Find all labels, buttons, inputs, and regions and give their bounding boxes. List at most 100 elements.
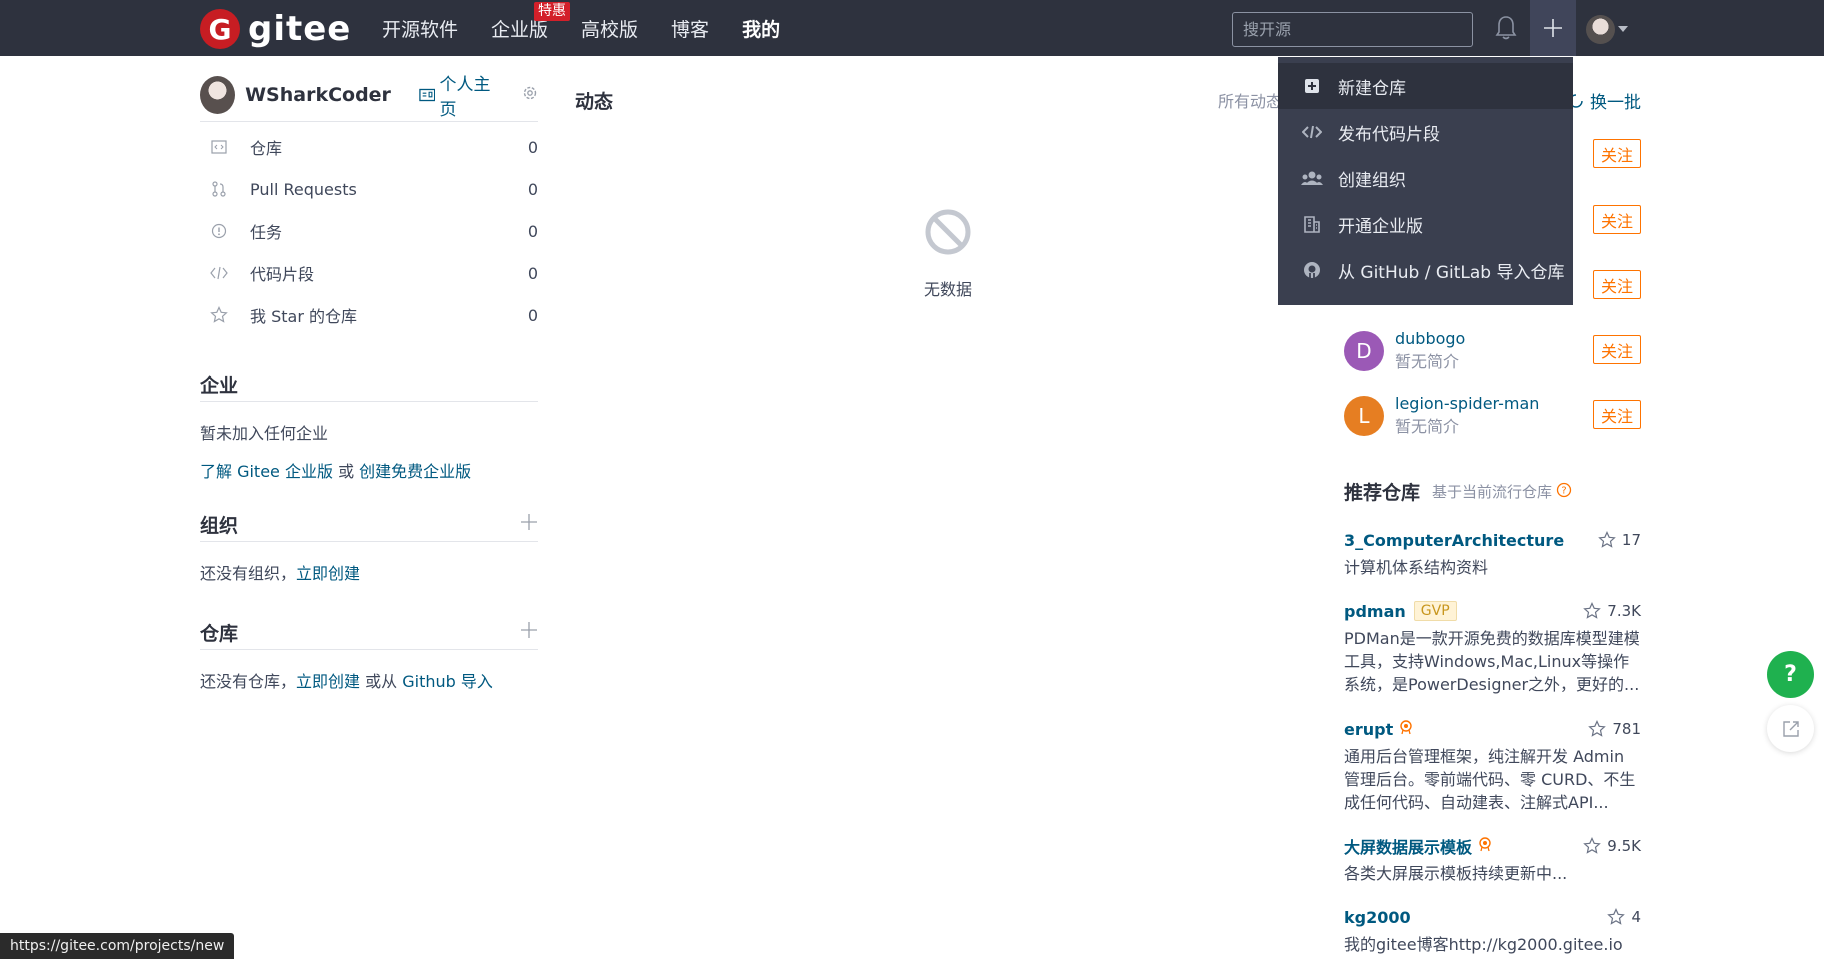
learn-enterprise-link[interactable]: 了解 Gitee 企业版 xyxy=(200,462,333,481)
feed-filter-select[interactable]: 所有动态 xyxy=(1218,88,1282,112)
recommended-repo: 大屏数据展示模板 9.5K 各类大屏展示模板持续更新中... xyxy=(1344,834,1641,885)
repo-head: pdman GVP 7.3K xyxy=(1344,599,1641,623)
personal-home-link[interactable]: 个人主页 xyxy=(419,70,502,120)
repo-name-link[interactable]: 大屏数据展示模板 xyxy=(1344,834,1472,858)
code-icon xyxy=(1301,121,1323,143)
follow-button[interactable]: 关注 xyxy=(1593,335,1641,364)
gear-icon[interactable] xyxy=(522,85,538,105)
help-button[interactable]: ? xyxy=(1767,651,1814,698)
stat-issues[interactable]: 任务 0 xyxy=(200,210,538,252)
repo-star-count: 4 xyxy=(1631,908,1641,926)
stat-label: 代码片段 xyxy=(250,265,315,284)
user-info: legion-spider-man 暂无简介 xyxy=(1395,394,1539,437)
profile-header: WSharkCoder 个人主页 xyxy=(200,74,538,122)
nav-link-enterprise[interactable]: 企业版 特惠 xyxy=(491,1,571,42)
building-icon xyxy=(1301,213,1323,235)
group-icon xyxy=(1301,167,1323,189)
nav-link-mine[interactable]: 我的 xyxy=(742,15,780,42)
repo-description: 计算机体系结构资料 xyxy=(1344,558,1489,577)
recommended-repos-header: 推荐仓库 基于当前流行仓库 ? xyxy=(1344,478,1572,505)
repo-name-link[interactable]: erupt xyxy=(1344,720,1393,739)
repo-star-count: 17 xyxy=(1621,531,1641,549)
repo-name-link[interactable]: 3_ComputerArchitecture xyxy=(1344,531,1564,550)
stat-starred[interactable]: 我 Star 的仓库 0 xyxy=(200,294,538,336)
stat-snippets[interactable]: 代码片段 0 xyxy=(200,252,538,294)
create-repo-link[interactable]: 立即创建 xyxy=(296,672,360,691)
user-avatar[interactable]: D xyxy=(1344,330,1384,371)
profile-avatar[interactable] xyxy=(200,75,236,114)
recommended-user: D dubbogo 暂无简介 xyxy=(1344,329,1465,372)
repo-icon xyxy=(208,139,230,155)
nav-link-blog[interactable]: 博客 xyxy=(671,15,709,42)
repo-star-button[interactable]: 9.5K xyxy=(1583,837,1641,855)
refresh-label: 换一批 xyxy=(1590,93,1641,113)
repo-description: PDMan是一款开源免费的数据库模型建模工具，支持Windows,Mac,Lin… xyxy=(1344,629,1640,694)
notification-bell-icon[interactable] xyxy=(1494,13,1518,43)
top-navbar: G gitee 开源软件 企业版 特惠 高校版 博客 我的 xyxy=(0,0,1824,56)
menu-item-label: 新建仓库 xyxy=(1338,78,1406,99)
personal-home-label: 个人主页 xyxy=(439,74,491,120)
user-avatar-menu[interactable] xyxy=(1586,15,1615,44)
nav-link-open-source[interactable]: 开源软件 xyxy=(382,15,458,42)
enterprise-title: 企业 xyxy=(200,375,239,397)
repo-description: 通用后台管理框架，纯注解开发 Admin 管理后台。零前端代码、零 CURD、不… xyxy=(1344,747,1636,812)
menu-item-enterprise[interactable]: 开通企业版 xyxy=(1278,201,1573,247)
menu-item-import-repo[interactable]: 从 GitHub / GitLab 导入仓库 xyxy=(1278,247,1573,293)
orgs-section: 组织 还没有组织，立即创建 xyxy=(200,508,538,584)
repo-description: 各类大屏展示模板持续更新中... xyxy=(1344,864,1568,883)
create-dropdown-menu: 新建仓库 发布代码片段 创建组织 开通企业版 从 GitHub / GitLab… xyxy=(1278,57,1573,305)
user-avatar[interactable]: L xyxy=(1344,395,1384,436)
menu-item-new-org[interactable]: 创建组织 xyxy=(1278,155,1573,201)
section-title: 企业 xyxy=(200,368,538,402)
follow-button[interactable]: 关注 xyxy=(1593,270,1641,299)
repos-section: 仓库 还没有仓库，立即创建 或从 Github 导入 xyxy=(200,616,538,692)
stat-pull-requests[interactable]: Pull Requests 0 xyxy=(200,168,538,210)
import-github-link[interactable]: Github 导入 xyxy=(402,672,493,691)
gitee-logo[interactable]: G gitee xyxy=(200,9,351,49)
refresh-users-link[interactable]: 换一批 xyxy=(1568,88,1641,113)
create-org-link[interactable]: 立即创建 xyxy=(296,564,360,583)
section-title: 组织 xyxy=(200,508,538,542)
repo-name-link[interactable]: pdman xyxy=(1344,602,1406,621)
no-data-text: 无数据 xyxy=(923,280,972,299)
repos-empty-prefix: 还没有仓库， xyxy=(200,672,297,691)
chevron-down-icon[interactable] xyxy=(1618,26,1628,32)
create-enterprise-link[interactable]: 创建免费企业版 xyxy=(359,462,471,481)
repo-head: 3_ComputerArchitecture 17 xyxy=(1344,528,1641,552)
add-org-plus-icon[interactable] xyxy=(520,513,538,536)
create-plus-button[interactable] xyxy=(1530,0,1576,56)
follow-button[interactable]: 关注 xyxy=(1593,205,1641,234)
follow-button[interactable]: 关注 xyxy=(1593,400,1641,429)
external-link-button[interactable] xyxy=(1767,705,1814,752)
recommended-repo: pdman GVP 7.3K PDMan是一款开源免费的数据库模型建模工具，支持W… xyxy=(1344,599,1641,696)
left-sidebar: WSharkCoder 个人主页 仓库 0 Pull Requests 0 任务… xyxy=(200,74,538,692)
user-name-link[interactable]: legion-spider-man xyxy=(1395,394,1539,413)
nav-link-education[interactable]: 高校版 xyxy=(581,15,638,42)
plus-icon xyxy=(1544,19,1562,37)
recommended-repo: erupt 781 通用后台管理框架，纯注解开发 Admin 管理后台。零前端代… xyxy=(1344,717,1641,814)
repos-title: 仓库 xyxy=(200,623,239,645)
profile-username[interactable]: WSharkCoder xyxy=(245,84,391,106)
repo-star-count: 9.5K xyxy=(1607,837,1641,855)
search-input[interactable] xyxy=(1232,12,1473,47)
repo-head: erupt 781 xyxy=(1344,717,1641,741)
stat-label: 我 Star 的仓库 xyxy=(250,307,357,326)
repo-star-button[interactable]: 7.3K xyxy=(1583,602,1641,620)
menu-item-new-snippet[interactable]: 发布代码片段 xyxy=(1278,109,1573,155)
repo-star-button[interactable]: 4 xyxy=(1607,908,1641,926)
star-icon xyxy=(1607,908,1626,925)
repo-description: 我的gitee博客http://kg2000.gitee.io xyxy=(1344,935,1623,954)
repo-star-button[interactable]: 17 xyxy=(1598,531,1641,549)
plus-square-icon xyxy=(1301,75,1323,97)
help-circle-icon[interactable]: ? xyxy=(1556,482,1572,502)
add-repo-plus-icon[interactable] xyxy=(520,621,538,644)
recommended-repo: kg2000 4 我的gitee博客http://kg2000.gitee.io xyxy=(1344,905,1641,956)
recommended-user: L legion-spider-man 暂无简介 xyxy=(1344,394,1539,437)
menu-item-new-repo[interactable]: 新建仓库 xyxy=(1278,63,1573,109)
repo-name-link[interactable]: kg2000 xyxy=(1344,908,1411,927)
follow-button[interactable]: 关注 xyxy=(1593,139,1641,168)
repo-star-button[interactable]: 781 xyxy=(1588,720,1641,738)
stat-count: 0 xyxy=(527,263,538,283)
user-name-link[interactable]: dubbogo xyxy=(1395,329,1465,348)
stat-repos[interactable]: 仓库 0 xyxy=(200,126,538,168)
